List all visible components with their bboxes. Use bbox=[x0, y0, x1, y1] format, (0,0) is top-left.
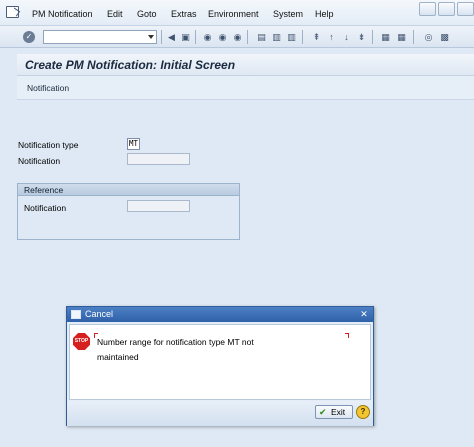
reference-group-header: Reference bbox=[18, 184, 239, 196]
command-field[interactable] bbox=[43, 30, 157, 44]
error-message-line-1: Number range for notification type MT no… bbox=[97, 337, 254, 347]
toolbar-separator bbox=[372, 30, 373, 44]
exit-button[interactable]: ✔ Exit bbox=[315, 405, 353, 419]
reference-group: Reference Notification bbox=[17, 183, 240, 240]
menu-system[interactable]: System bbox=[273, 9, 303, 19]
reference-notification-input[interactable] bbox=[127, 200, 190, 212]
menu-bar: PM Notification Edit Goto Extras Environ… bbox=[0, 0, 474, 26]
page-title: Create PM Notification: Initial Screen bbox=[25, 58, 236, 72]
next-page-icon[interactable]: ↓ bbox=[341, 31, 352, 43]
dialog-body: STOP Number range for notification type … bbox=[69, 324, 371, 400]
dialog-title: Cancel bbox=[85, 309, 114, 319]
menu-goto[interactable]: Goto bbox=[137, 9, 157, 19]
dialog-footer: ✔ Exit ? bbox=[67, 401, 373, 426]
notification-type-label: Notification type bbox=[18, 140, 79, 150]
notification-input[interactable] bbox=[127, 153, 190, 165]
notification-label: Notification bbox=[18, 156, 61, 166]
menu-help[interactable]: Help bbox=[315, 9, 334, 19]
menu-pm-notification[interactable]: PM Notification bbox=[32, 9, 93, 19]
back-icon[interactable]: ◉ bbox=[202, 31, 213, 43]
help-icon[interactable]: ◎ bbox=[423, 31, 434, 43]
app-menu-icon[interactable] bbox=[6, 6, 19, 18]
dialog-titlebar[interactable]: Cancel ✕ bbox=[67, 307, 373, 322]
close-window-button[interactable] bbox=[457, 2, 474, 16]
application-toolbar: Notification bbox=[17, 76, 474, 100]
minimize-button[interactable] bbox=[419, 2, 436, 16]
reference-notification-label: Notification bbox=[24, 203, 67, 213]
toolbar-separator bbox=[302, 30, 303, 44]
first-page-icon[interactable]: ⇞ bbox=[311, 31, 322, 43]
standard-toolbar: ✓ ◀ ▣ ◉ ◉ ◉ ▤ ▥ ▥ ⇞ ↑ ↓ ⇟ ▦ ▦ ◎ ▩ bbox=[0, 26, 474, 48]
enter-icon[interactable]: ✓ bbox=[23, 31, 35, 43]
exit-icon[interactable]: ◉ bbox=[217, 31, 228, 43]
exit-button-label: Exit bbox=[331, 407, 346, 417]
toolbar-separator bbox=[195, 30, 196, 44]
notification-button[interactable]: Notification bbox=[27, 83, 69, 93]
error-message: Number range for notification type MT no… bbox=[97, 335, 347, 365]
toolbar-separator bbox=[161, 30, 162, 44]
find-icon[interactable]: ▥ bbox=[271, 31, 282, 43]
dialog-window-icon bbox=[71, 310, 81, 319]
help-button[interactable]: ? bbox=[356, 405, 370, 419]
window-controls bbox=[417, 2, 474, 18]
last-page-icon[interactable]: ⇟ bbox=[356, 31, 367, 43]
reference-group-title: Reference bbox=[24, 185, 64, 195]
cancel-dialog: Cancel ✕ STOP Number range for notificat… bbox=[66, 306, 374, 426]
title-bar: Create PM Notification: Initial Screen bbox=[17, 54, 474, 76]
previous-page-icon[interactable]: ↑ bbox=[326, 31, 337, 43]
toolbar-separator bbox=[413, 30, 414, 44]
chevron-down-icon[interactable] bbox=[148, 35, 154, 39]
error-message-line-2: maintained bbox=[97, 352, 139, 362]
notification-type-input[interactable]: MT bbox=[127, 138, 140, 150]
menu-environment[interactable]: Environment bbox=[208, 9, 259, 19]
save-icon[interactable]: ▣ bbox=[180, 31, 191, 43]
shortcut-icon[interactable]: ▦ bbox=[396, 31, 407, 43]
cancel-icon[interactable]: ◉ bbox=[232, 31, 243, 43]
new-session-icon[interactable]: ▦ bbox=[380, 31, 391, 43]
maximize-button[interactable] bbox=[438, 2, 455, 16]
find-next-icon[interactable]: ▥ bbox=[286, 31, 297, 43]
stop-icon: STOP bbox=[73, 333, 90, 350]
close-icon[interactable]: ✕ bbox=[358, 308, 370, 320]
customize-layout-icon[interactable]: ▩ bbox=[439, 31, 450, 43]
back-arrow-icon[interactable]: ◀ bbox=[166, 31, 177, 43]
check-icon: ✔ bbox=[319, 407, 327, 417]
menu-edit[interactable]: Edit bbox=[107, 9, 123, 19]
print-icon[interactable]: ▤ bbox=[256, 31, 267, 43]
toolbar-separator bbox=[247, 30, 248, 44]
menu-extras[interactable]: Extras bbox=[171, 9, 197, 19]
